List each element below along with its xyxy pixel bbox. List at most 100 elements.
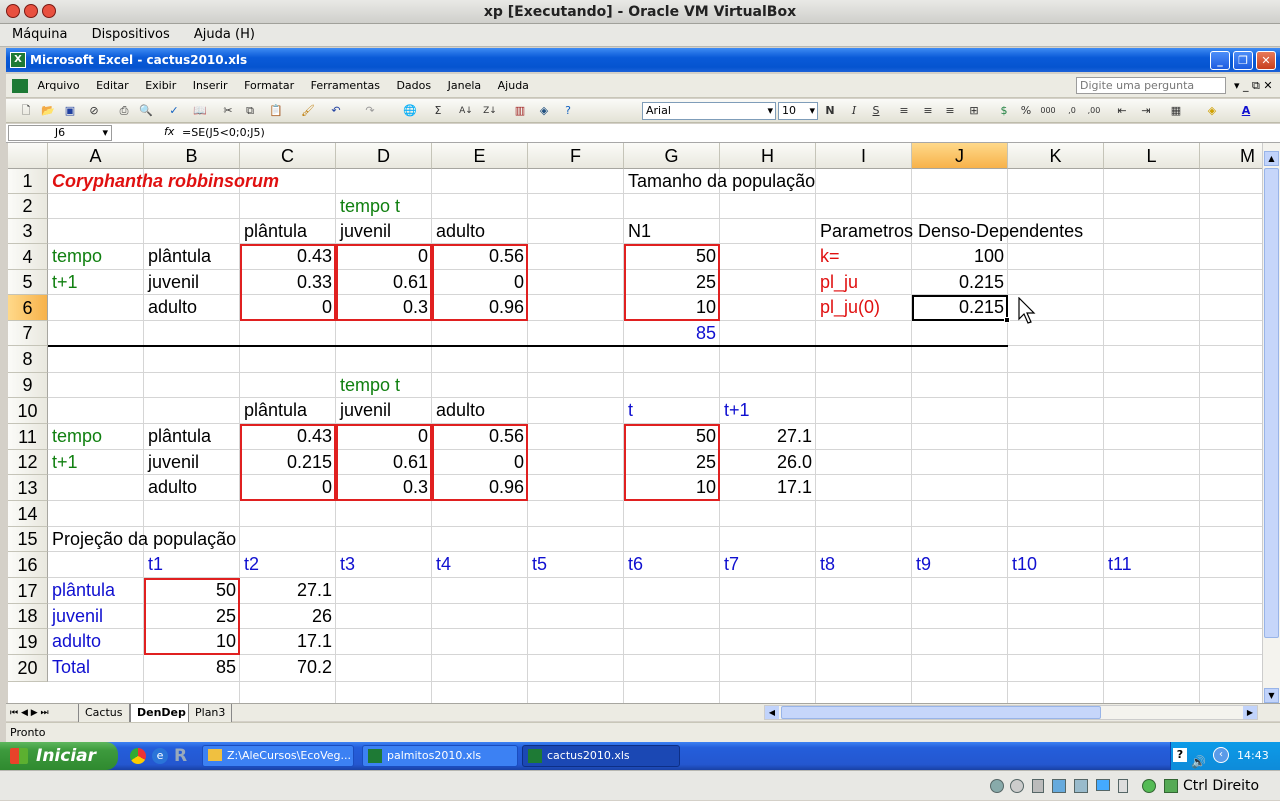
cell-c18[interactable]: 26 — [240, 604, 336, 629]
vbox-menu-help[interactable]: Ajuda (H) — [194, 27, 255, 42]
increase-decimal-icon[interactable]: ,0 — [1064, 103, 1080, 119]
vertical-scrollbar[interactable]: ▲ ▼ — [1262, 143, 1280, 703]
row-header-17[interactable]: 17 — [8, 578, 48, 604]
underline-icon[interactable]: S — [868, 103, 884, 119]
horizontal-scrollbar[interactable]: ◀ ▶ — [764, 705, 1258, 720]
excel-close-button[interactable]: ✕ — [1256, 51, 1276, 70]
menu-dados[interactable]: Dados — [396, 74, 431, 98]
column-header-m[interactable]: M — [1200, 143, 1262, 169]
menu-formatar[interactable]: Formatar — [244, 74, 294, 98]
open-icon[interactable]: 📂 — [40, 103, 56, 119]
decrease-indent-icon[interactable]: ⇤ — [1114, 103, 1130, 119]
row-header-13[interactable]: 13 — [8, 475, 48, 501]
sort-descending-icon[interactable]: Z↓ — [482, 103, 498, 119]
row-header-19[interactable]: 19 — [8, 629, 48, 655]
spreadsheet-grid[interactable]: A B C D E F G H I J K L M 1 2 3 4 5 6 7 8 9 10 11 12 13 14 15 16 17 18… — [8, 143, 1262, 703]
cell-a15[interactable]: Projeção da população — [48, 527, 448, 552]
currency-icon[interactable]: $ — [996, 103, 1012, 119]
r-icon[interactable]: R — [174, 746, 187, 766]
sheet-tab-cactus[interactable]: Cactus — [78, 704, 130, 723]
row-header-15[interactable]: 15 — [8, 527, 48, 552]
keyboard-icon[interactable] — [1164, 779, 1178, 793]
cell-i3[interactable]: Parametros Denso-Dependentes — [816, 219, 1216, 244]
chevron-left-icon[interactable]: ‹ — [1213, 747, 1229, 763]
row-header-3[interactable]: 3 — [8, 219, 48, 244]
menu-exibir[interactable]: Exibir — [145, 74, 176, 98]
column-header-d[interactable]: D — [336, 143, 432, 169]
cell-c20[interactable]: 70.2 — [240, 655, 336, 680]
scroll-down-icon[interactable]: ▼ — [1264, 688, 1279, 703]
column-header-b[interactable]: B — [144, 143, 240, 169]
align-right-icon[interactable]: ≡ — [942, 103, 958, 119]
save-icon[interactable]: ▣ — [62, 103, 78, 119]
menu-inserir[interactable]: Inserir — [193, 74, 228, 98]
floppy-icon[interactable] — [1032, 779, 1044, 793]
decrease-decimal-icon[interactable]: ,00 — [1086, 103, 1102, 119]
task-folder[interactable]: Z:\AleCursos\EcoVeg... — [202, 745, 354, 767]
merge-center-icon[interactable]: ⊞ — [966, 103, 982, 119]
maximize-window-icon[interactable] — [42, 4, 56, 18]
new-icon[interactable]: 🗋 — [18, 103, 34, 119]
column-header-e[interactable]: E — [432, 143, 528, 169]
fill-handle[interactable] — [1004, 317, 1010, 323]
research-icon[interactable]: 📖 — [192, 103, 208, 119]
help-search-input[interactable]: Digite uma pergunta — [1076, 77, 1226, 94]
row-header-20[interactable]: 20 — [8, 655, 48, 682]
column-header-c[interactable]: C — [240, 143, 336, 169]
row-header-8[interactable]: 8 — [8, 346, 48, 373]
column-header-a[interactable]: A — [48, 143, 144, 169]
font-color-icon[interactable]: A — [1238, 103, 1254, 119]
row-header-4[interactable]: 4 — [8, 244, 48, 270]
autosum-icon[interactable]: Σ — [430, 103, 446, 119]
copy-icon[interactable]: ⧉ — [242, 103, 258, 119]
paste-icon[interactable]: 📋 — [268, 103, 284, 119]
row-header-10[interactable]: 10 — [8, 398, 48, 424]
borders-icon[interactable]: ▦ — [1168, 103, 1184, 119]
column-header-h[interactable]: H — [720, 143, 816, 169]
spelling-icon[interactable]: ✓ — [166, 103, 182, 119]
display-icon[interactable] — [1118, 779, 1128, 793]
column-header-i[interactable]: I — [816, 143, 912, 169]
cell-j5[interactable]: 0.215 — [912, 270, 1008, 295]
scroll-left-icon[interactable]: ◀ — [765, 706, 779, 719]
sheet-tab-dendep[interactable]: DenDep — [130, 704, 193, 723]
hyperlink-icon[interactable]: 🌐 — [402, 103, 418, 119]
row-header-14[interactable]: 14 — [8, 501, 48, 527]
cell-d9[interactable]: tempo t — [336, 373, 736, 398]
help-tray-icon[interactable]: ? — [1173, 748, 1187, 762]
font-size-select[interactable]: 10 ▾ — [778, 102, 818, 120]
row-header-16[interactable]: 16 — [8, 552, 48, 578]
print-preview-icon[interactable]: 🔍 — [138, 103, 154, 119]
italic-icon[interactable]: I — [846, 103, 862, 119]
cell-l16[interactable]: t11 — [1104, 552, 1262, 577]
undo-icon[interactable]: ↶ — [328, 103, 344, 119]
row-header-2[interactable]: 2 — [8, 194, 48, 219]
sort-ascending-icon[interactable]: A↓ — [458, 103, 474, 119]
column-header-f[interactable]: F — [528, 143, 624, 169]
capture-icon[interactable] — [1142, 779, 1156, 793]
cell-a1[interactable]: Coryphantha robbinsorum — [48, 169, 448, 194]
horizontal-scroll-thumb[interactable] — [781, 706, 1101, 719]
minimize-window-icon[interactable] — [24, 4, 38, 18]
fill-color-icon[interactable]: ◈ — [1204, 103, 1220, 119]
row-header-5[interactable]: 5 — [8, 270, 48, 295]
cell-d2[interactable]: tempo t — [336, 194, 736, 219]
cell-h12[interactable]: 26.0 — [720, 450, 816, 475]
usb-icon[interactable] — [1052, 779, 1066, 793]
close-window-icon[interactable] — [6, 4, 20, 18]
row-header-12[interactable]: 12 — [8, 450, 48, 475]
increase-indent-icon[interactable]: ⇥ — [1138, 103, 1154, 119]
vbox-menu-machine[interactable]: Máquina — [12, 27, 68, 42]
format-painter-icon[interactable]: 🖌 — [300, 103, 316, 119]
column-header-g[interactable]: G — [624, 143, 720, 169]
cell-b20[interactable]: 85 — [144, 655, 240, 680]
task-cactus[interactable]: cactus2010.xls — [522, 745, 680, 767]
percent-icon[interactable]: % — [1018, 103, 1034, 119]
shared-folder-icon[interactable] — [1096, 779, 1110, 791]
cell-c19[interactable]: 17.1 — [240, 629, 336, 654]
scroll-right-icon[interactable]: ▶ — [1243, 706, 1257, 719]
drawing-icon[interactable]: ◈ — [536, 103, 552, 119]
task-palmitos[interactable]: palmitos2010.xls — [362, 745, 518, 767]
formula-input[interactable]: =SE(J5<0;0;J5) — [182, 126, 265, 139]
menu-ajuda[interactable]: Ajuda — [498, 74, 529, 98]
